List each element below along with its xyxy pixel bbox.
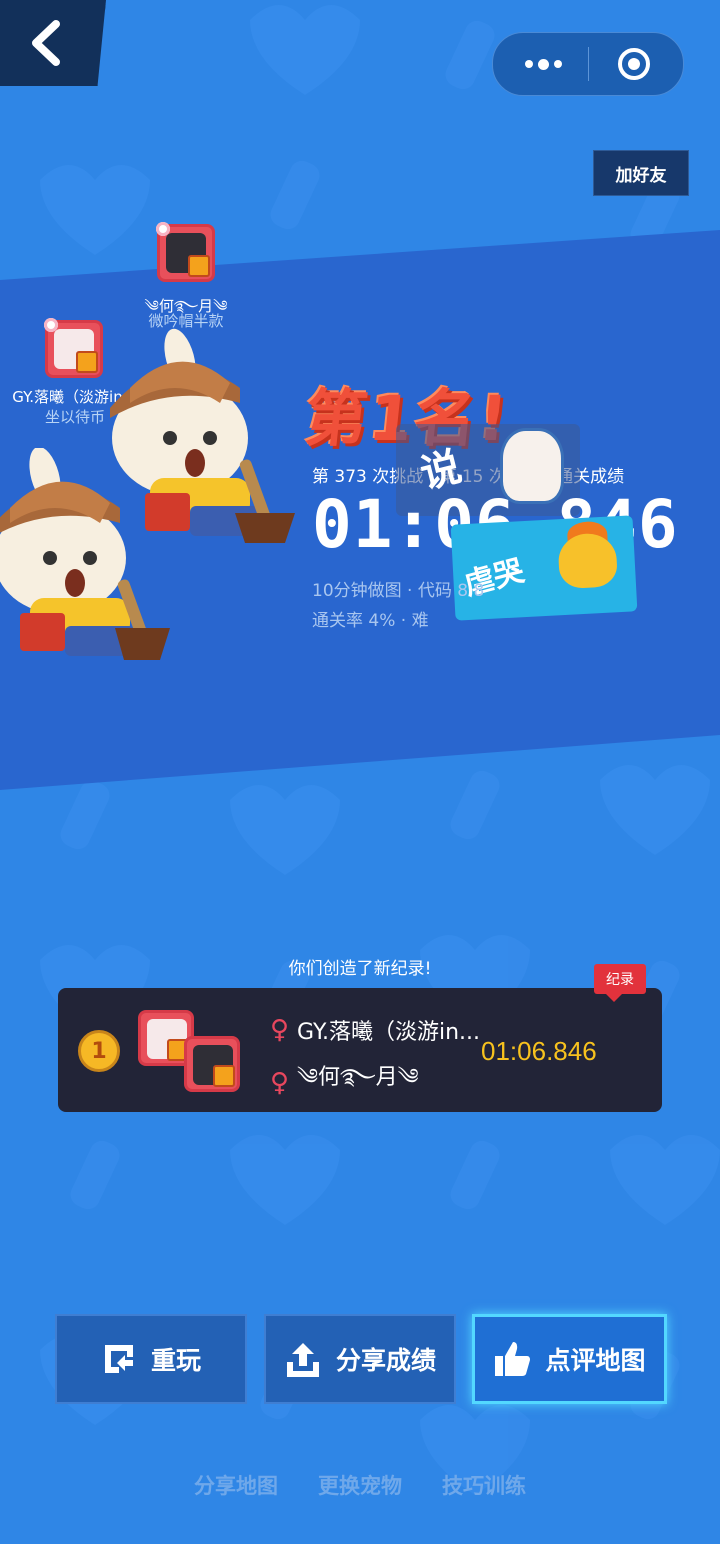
rank-medal-icon: 1	[78, 1030, 120, 1072]
cry-sticker: 虐哭	[450, 515, 638, 621]
female-icon: ♀	[270, 1015, 290, 1045]
record-time: 01:06.846	[481, 1036, 597, 1066]
change-pet-link[interactable]: 更换宠物	[318, 1470, 402, 1500]
flower-icon	[156, 222, 170, 236]
add-friend-button[interactable]: 加好友	[593, 150, 689, 196]
bottom-links: 分享地图 更换宠物 技巧训练	[0, 1470, 720, 1500]
share-result-button[interactable]: 分享成绩	[264, 1314, 456, 1404]
badge-icon	[188, 255, 210, 277]
mini-program-capsule	[492, 32, 684, 96]
upload-share-icon	[286, 1343, 319, 1377]
record-player-name: GY.落曦（淡游in...	[297, 1020, 481, 1045]
badge-icon	[213, 1065, 235, 1087]
review-map-button[interactable]: 点评地图	[472, 1314, 667, 1404]
record-player-1: ♀ GY.落曦（淡游in...	[270, 1014, 480, 1046]
target-icon[interactable]	[617, 47, 651, 81]
badge-icon	[76, 351, 98, 373]
record-player-2: ♀ ༄何࿐月༄	[270, 1052, 419, 1114]
pass-rate: 通关率 4% · 难	[312, 611, 429, 631]
review-map-label: 点评地图	[545, 1346, 646, 1375]
female-icon: ♀	[270, 1068, 290, 1098]
map-meta: 10分钟做图 · 代码 8 8	[312, 581, 485, 601]
skill-training-link[interactable]: 技巧训练	[442, 1470, 526, 1500]
replay-button[interactable]: 重玩	[55, 1314, 247, 1404]
record-player-name: ༄何࿐月༄	[297, 1065, 419, 1090]
replay-icon	[104, 1345, 133, 1373]
share-map-link[interactable]: 分享地图	[194, 1470, 278, 1500]
more-dots-icon[interactable]	[515, 53, 571, 75]
replay-label: 重玩	[150, 1346, 201, 1375]
thumbs-up-icon	[495, 1342, 531, 1376]
avatar-player-2	[184, 1036, 240, 1092]
capsule-divider	[588, 47, 589, 81]
record-tag: 纪录	[594, 964, 646, 1002]
chevron-left-icon	[32, 20, 60, 66]
duck-icon	[557, 532, 619, 590]
flower-icon	[44, 318, 58, 332]
rabbit-character-icon	[0, 448, 170, 660]
back-button[interactable]	[0, 0, 106, 86]
share-result-label: 分享成绩	[335, 1346, 436, 1375]
